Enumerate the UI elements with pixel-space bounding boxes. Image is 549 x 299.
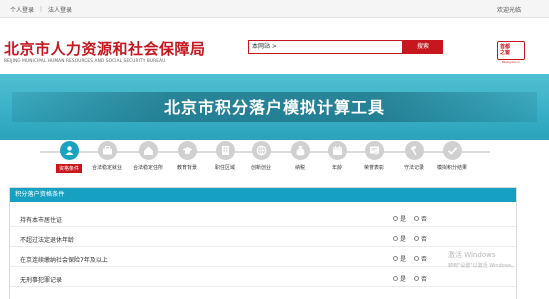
step-circle (138, 141, 158, 160)
briefcase-icon (102, 146, 112, 155)
site-subtitle: BEIJING MUNICIPAL HUMAN RESOURCES AND SO… (4, 59, 166, 64)
tool-banner: 北京市积分落户模拟计算工具 (0, 74, 549, 140)
site-header: 北京市人力资源和社会保障局 BEIJING MUNICIPAL HUMAN RE… (0, 18, 549, 74)
answer-yes-label: 是 (400, 216, 407, 223)
step-label: 纳税 (294, 165, 305, 171)
step-label: 创新创业 (250, 165, 271, 171)
answer-yes-label: 是 (400, 236, 407, 243)
radio-yes[interactable] (393, 276, 398, 281)
login-links: 个人登录 | 法人登录 (10, 5, 72, 14)
answer-no-label: 否 (421, 236, 428, 243)
seal-text-2: 之窗 (500, 50, 511, 56)
question-row: 持有本市居住证 是 否 (10, 209, 516, 227)
step-label: 合法稳定住所 (132, 165, 163, 171)
step-circle (364, 141, 384, 160)
step-4[interactable]: 教育背景 (167, 141, 207, 171)
step-circle (215, 141, 235, 160)
radio-no[interactable] (414, 216, 419, 221)
step-circle (442, 141, 462, 160)
question-label: 无刑事犯罪记录 (20, 277, 63, 284)
personal-login-link[interactable]: 个人登录 (10, 5, 34, 14)
calendar-icon (332, 145, 342, 155)
answer-no[interactable]: 否 (414, 274, 427, 283)
graduation-cap-icon (182, 147, 192, 155)
answer-yes[interactable]: 是 (393, 234, 406, 243)
answer-no-label: 否 (421, 256, 428, 263)
answer-no[interactable]: 否 (414, 214, 427, 223)
welcome-text: 欢迎光临 (496, 7, 521, 14)
capital-window-url: Beijing.Gov.cn (502, 61, 520, 64)
windows-watermark-title: 激活 Windows (448, 251, 496, 259)
step-label: 资格条件 (56, 164, 82, 173)
step-11[interactable]: 模拟积分结果 (432, 141, 472, 171)
windows-watermark-subtitle: 转到"设置"以激活 Windows。 (448, 263, 517, 269)
capital-window-logo[interactable]: 首都 之窗 Beijing.Gov.cn (497, 41, 525, 65)
building-icon (221, 146, 229, 155)
radio-no[interactable] (414, 256, 419, 261)
eligibility-panel: 积分落户资格条件 持有本市居住证是否不超过法定退休年龄是否在京连续缴纳社会保险7… (9, 187, 517, 299)
banner-title: 北京市积分落户模拟计算工具 (163, 98, 385, 117)
step-10[interactable]: 守法记录 (394, 141, 434, 171)
top-utility-bar: 个人登录 | 法人登录 欢迎光临 (0, 0, 549, 18)
step-circle (327, 141, 347, 160)
house-icon (143, 146, 153, 155)
step-circle (251, 141, 271, 160)
answer-no[interactable]: 否 (414, 254, 427, 263)
certificate-icon (369, 146, 379, 155)
radio-no[interactable] (414, 276, 419, 281)
person-icon (65, 146, 73, 155)
answer-no-label: 否 (421, 276, 428, 283)
radio-yes[interactable] (393, 236, 398, 241)
answer-yes[interactable]: 是 (393, 254, 406, 263)
step-label: 模拟积分结果 (436, 165, 467, 171)
step-circle (59, 141, 79, 160)
globe-icon (256, 145, 266, 156)
question-row: 不超过法定退休年龄 是 否 (10, 229, 516, 247)
step-1[interactable]: 资格条件 (49, 141, 89, 173)
radio-yes[interactable] (393, 256, 398, 261)
step-6[interactable]: 创新创业 (241, 141, 281, 171)
answer-yes-label: 是 (400, 256, 407, 263)
capital-window-seal-text: 首都 之窗 (500, 44, 510, 56)
radio-no[interactable] (414, 236, 419, 241)
step-circle (97, 141, 117, 160)
check-icon (447, 147, 457, 155)
step-label: 荣誉表彰 (363, 165, 384, 171)
answer-yes-label: 是 (400, 276, 407, 283)
search-input[interactable]: 本网站 > (248, 40, 403, 54)
question-label: 在京连续缴纳社会保险7年及以上 (20, 257, 108, 264)
radio-yes[interactable] (393, 216, 398, 221)
step-3[interactable]: 合法稳定住所 (128, 141, 168, 171)
step-label: 教育背景 (176, 165, 197, 171)
question-row: 无刑事犯罪记录 是 否 (10, 269, 516, 287)
corporate-login-link[interactable]: 法人登录 (48, 5, 72, 14)
step-label: 职住区域 (214, 165, 235, 171)
site-title[interactable]: 北京市人力资源和社会保障局 (4, 38, 206, 59)
step-5[interactable]: 职住区域 (205, 141, 245, 171)
step-label: 年龄 (331, 165, 342, 171)
answer-no-label: 否 (421, 216, 428, 223)
step-7[interactable]: 纳税 (280, 141, 320, 171)
question-label: 持有本市居住证 (20, 217, 63, 224)
step-8[interactable]: 年龄 (317, 141, 357, 171)
answer-yes[interactable]: 是 (393, 214, 406, 223)
question-row: 在京连续缴纳社会保险7年及以上 是 否 (10, 249, 516, 267)
panel-title: 积分落户资格条件 (10, 188, 516, 202)
step-circle (290, 141, 310, 160)
step-9[interactable]: 荣誉表彰 (354, 141, 394, 171)
search-button[interactable]: 搜索 (403, 40, 443, 54)
question-label: 不超过法定退休年龄 (20, 237, 75, 244)
money-bag-icon (295, 146, 305, 156)
step-circle (404, 141, 424, 160)
answer-yes[interactable]: 是 (393, 274, 406, 283)
login-separator: | (40, 6, 43, 13)
step-2[interactable]: 合法稳定就业 (87, 141, 127, 171)
step-circle (177, 141, 197, 160)
gavel-icon (410, 145, 417, 156)
step-label: 守法记录 (403, 165, 424, 171)
step-label: 合法稳定就业 (91, 165, 122, 171)
answer-no[interactable]: 否 (414, 234, 427, 243)
